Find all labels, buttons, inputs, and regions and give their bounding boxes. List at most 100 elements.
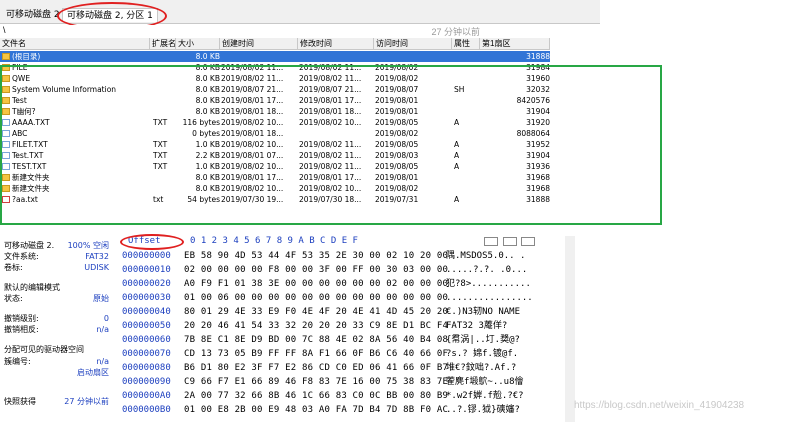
hex-toolbar (484, 237, 562, 247)
col-size[interactable]: 大小 (176, 38, 220, 50)
hex-off: 000000020 (122, 279, 171, 289)
hex-ascii: .....?.?. .0... (446, 265, 528, 275)
hex-scrollbar[interactable] (565, 236, 575, 422)
info-row: 簇编号: n/a (4, 356, 109, 367)
hex-ascii: {帬涡|..圢.奦@? (446, 335, 520, 345)
info-value: n/a (96, 325, 109, 334)
info-row: 快照获得 27 分钟以前 (4, 396, 109, 407)
folder-icon (2, 53, 10, 60)
hex-ascii: ?s.? 婂f.镀@f. (446, 349, 519, 359)
col-attr[interactable]: 属性 (452, 38, 480, 50)
hex-bytes: C9 66 F7 E1 66 89 46 F8 83 7E 16 00 75 3… (184, 377, 449, 387)
hex-bytes: CD 13 73 05 B9 FF FF 8A F1 66 0F B6 C6 4… (184, 349, 449, 359)
hex-bytes: 80 01 29 4E 33 E9 F0 4E 4F 20 4E 41 4D 4… (184, 307, 449, 317)
offset-annotation-ellipse (120, 234, 184, 250)
hex-bytes: 2A 00 77 32 66 8B 46 1C 66 83 C0 0C BB 0… (184, 391, 449, 401)
info-key: 快照获得 (4, 397, 36, 406)
info-free: 100% 空闲 (67, 241, 109, 250)
info-row: 撤销级别: 0 (4, 313, 109, 324)
snapshot-status: 27 分钟以前 (431, 27, 480, 37)
file-size: 8.0 KB (176, 51, 220, 62)
hex-bytes: EB 58 90 4D 53 44 4F 53 35 2E 30 00 02 1… (184, 251, 449, 261)
col-filename[interactable]: 文件名 (0, 38, 150, 50)
hex-off: 000000070 (122, 349, 171, 359)
info-title: 可移动磁盘 2. (4, 241, 55, 250)
hex-ascii: 堆€?鈫咄?.Af.? (446, 363, 517, 373)
info-value: n/a (96, 357, 109, 366)
file-sector-text: 31888 (526, 52, 550, 61)
hex-bytes: 02 00 00 00 00 F8 00 00 3F 00 FF 00 30 0… (184, 265, 449, 275)
info-row: 启动扇区 (4, 367, 109, 378)
col-created[interactable]: 创建时间 (220, 38, 298, 50)
info-value: 0 (103, 314, 109, 323)
info-key: 分配可见的驱动器空间 (4, 345, 84, 354)
hex-line: 000000010 02 00 00 00 00 F8 00 00 3F 00 F… (118, 264, 562, 276)
info-title-row: 可移动磁盘 2. 100% 空闲 (4, 240, 109, 251)
hex-line: 000000020 A0 F9 F1 01 38 3E 00 00 00 00 0… (118, 278, 562, 290)
dropdown-icon[interactable] (484, 237, 498, 246)
info-row: 文件系统: FAT32 (4, 251, 109, 262)
file-list-header: 文件名 扩展名 大小 创建时间 修改时间 访问时间 属性 第1扇区 (0, 38, 550, 50)
hex-line: 000000070 CD 13 73 05 B9 FF FF 8A F1 66 0… (118, 348, 562, 360)
info-value: UDISK (84, 263, 109, 272)
hex-bytes: 01 00 06 00 00 00 00 00 00 00 00 00 00 0… (184, 293, 449, 303)
hex-off: 0000000A0 (122, 391, 171, 401)
hex-line: 0000000B0 01 00 E8 2B 00 E9 48 03 A0 FA 7… (118, 404, 562, 416)
hex-bytes: 01 00 E8 2B 00 E9 48 03 A0 FA 7D B4 7D 8… (184, 405, 449, 415)
file-name-text: (根目录) (12, 52, 41, 61)
tab-disk[interactable]: 可移动磁盘 2 (2, 8, 64, 22)
hex-off: 000000000 (122, 251, 171, 261)
hex-bytes: 7B 8E C1 8E D9 BD 00 7C 88 4E 02 8A 56 4… (184, 335, 449, 345)
hex-ascii: FAT32 3蓭佯? (446, 321, 508, 331)
line-icon[interactable] (521, 237, 536, 246)
hex-ascii: ..?.镠.狘}磢嬸? (446, 405, 520, 415)
info-key: 撤销级别: (4, 314, 39, 323)
file-sector: 31888 (482, 51, 550, 62)
hex-ascii: ................ (446, 293, 533, 303)
hex-view[interactable]: Offset 0 1 2 3 4 5 6 7 8 9 A B C D E F 0… (118, 236, 562, 422)
hex-line: 000000000 EB 58 90 4D 53 44 4F 53 35 2E 3… (118, 250, 562, 262)
file-name: (根目录) (2, 51, 148, 62)
hex-ascii: 隅.MSDOS5.0.. . (446, 251, 526, 261)
hex-off: 000000010 (122, 265, 171, 275)
hex-ascii: 犯?8>........... (446, 279, 531, 289)
hex-ascii: *.w2f婩.f兝.?€? (446, 391, 524, 401)
hex-line: 000000080 B6 D1 80 E2 3F F7 E2 86 CD C0 E… (118, 362, 562, 374)
hex-bytes: 20 20 46 41 54 33 32 20 20 20 33 C9 8E D… (184, 321, 449, 331)
info-row: 撤销相反: n/a (4, 324, 109, 335)
hex-off: 000000040 (122, 307, 171, 317)
col-ext[interactable]: 扩展名 (150, 38, 176, 50)
hex-ascii: €.)N3轫NO NAME (446, 307, 521, 317)
info-row: 状态: 原始 (4, 293, 109, 304)
hex-bytes: A0 F9 F1 01 38 3E 00 00 00 00 00 00 02 0… (184, 279, 449, 289)
info-key: 文件系统: (4, 252, 39, 261)
info-value: FAT32 (85, 252, 109, 261)
annotation-box (0, 65, 662, 225)
info-panel: 可移动磁盘 2. 100% 空闲 文件系统: FAT32 卷标: UDISK 默认的编辑… (0, 238, 113, 422)
hex-bytes: B6 D1 80 E2 3F F7 E2 86 CD C0 ED 06 41 6… (184, 363, 449, 373)
hex-off: 000000030 (122, 293, 171, 303)
hex-off: 000000080 (122, 363, 171, 373)
watermark-text: https://blog.csdn.net/weixin_41904238 (574, 400, 745, 411)
file-created (221, 51, 297, 62)
hex-off: 000000060 (122, 335, 171, 345)
template-icon[interactable] (502, 237, 517, 246)
info-key: 撤销相反: (4, 325, 39, 334)
col-sector[interactable]: 第1扇区 (480, 38, 550, 50)
info-value: 原始 (93, 294, 109, 303)
hex-off: 0000000B0 (122, 405, 171, 415)
info-key: 默认的编辑模式 (4, 283, 60, 292)
hex-off: 000000090 (122, 377, 171, 387)
info-row: 默认的编辑模式 (4, 282, 109, 293)
file-ext (153, 51, 175, 62)
file-row[interactable]: (根目录) 8.0 KB 31888 (0, 51, 550, 62)
hex-line: 0000000A0 2A 00 77 32 66 8B 46 1C 66 83 C… (118, 390, 562, 402)
hex-ascii: 蒮麂f塅鴥~..u8儈 (446, 377, 524, 387)
hex-off: 000000050 (122, 321, 171, 331)
path-text: \ (3, 25, 6, 35)
col-accessed[interactable]: 访问时间 (374, 38, 452, 50)
info-key: 卷标: (4, 263, 23, 272)
col-modified[interactable]: 修改时间 (298, 38, 374, 50)
hex-line: 000000030 01 00 06 00 00 00 00 00 00 00 0… (118, 292, 562, 304)
file-modified (299, 51, 373, 62)
